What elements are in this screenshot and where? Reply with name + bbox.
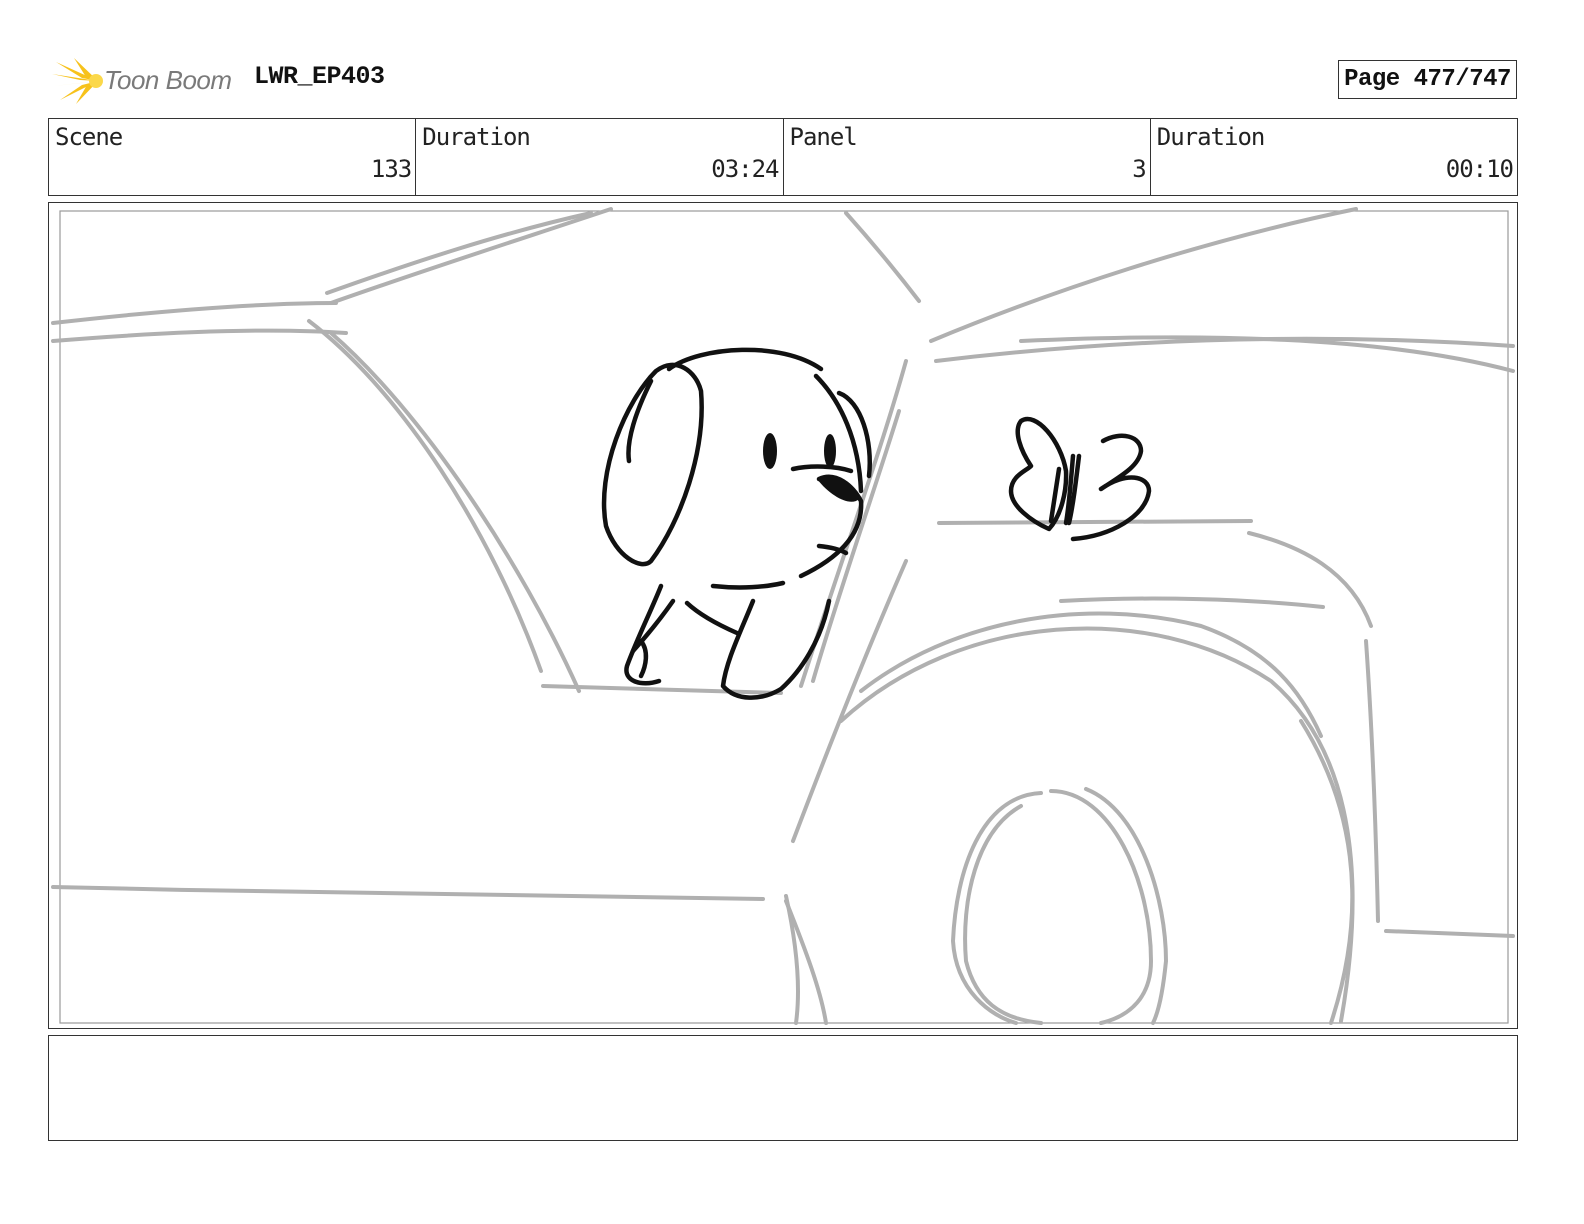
safe-frame — [59, 210, 1509, 1024]
panel-cell: Panel 3 — [784, 119, 1151, 195]
panel-label: Panel — [789, 123, 858, 151]
car-sketch — [51, 207, 1515, 1025]
scene-info-table: Scene 133 Duration 03:24 Panel 3 Duratio… — [48, 118, 1518, 196]
scene-duration-cell: Duration 03:24 — [416, 119, 784, 195]
scene-value: 133 — [370, 155, 412, 183]
scene-duration-value: 03:24 — [711, 155, 779, 183]
panel-duration-label: Duration — [1156, 123, 1266, 151]
scene-cell: Scene 133 — [49, 119, 417, 195]
panel-value: 3 — [1132, 155, 1146, 183]
panel-notes-box — [48, 1035, 1518, 1141]
panel-duration-cell: Duration 00:10 — [1151, 119, 1517, 195]
scene-label: Scene — [55, 123, 123, 151]
logo-wordmark: Toon Boom — [104, 65, 232, 95]
scene-duration-label: Duration — [422, 123, 531, 151]
toon-boom-logo: Toon Boom — [52, 56, 242, 106]
panel-sketch — [51, 207, 1515, 1025]
project-title: LWR_EP403 — [254, 62, 385, 91]
page-number: Page 477/747 — [1338, 60, 1517, 99]
panel-duration-value: 00:10 — [1445, 155, 1514, 183]
puppy-character — [601, 347, 872, 700]
starburst-icon — [52, 58, 103, 104]
storyboard-panel — [48, 202, 1518, 1029]
